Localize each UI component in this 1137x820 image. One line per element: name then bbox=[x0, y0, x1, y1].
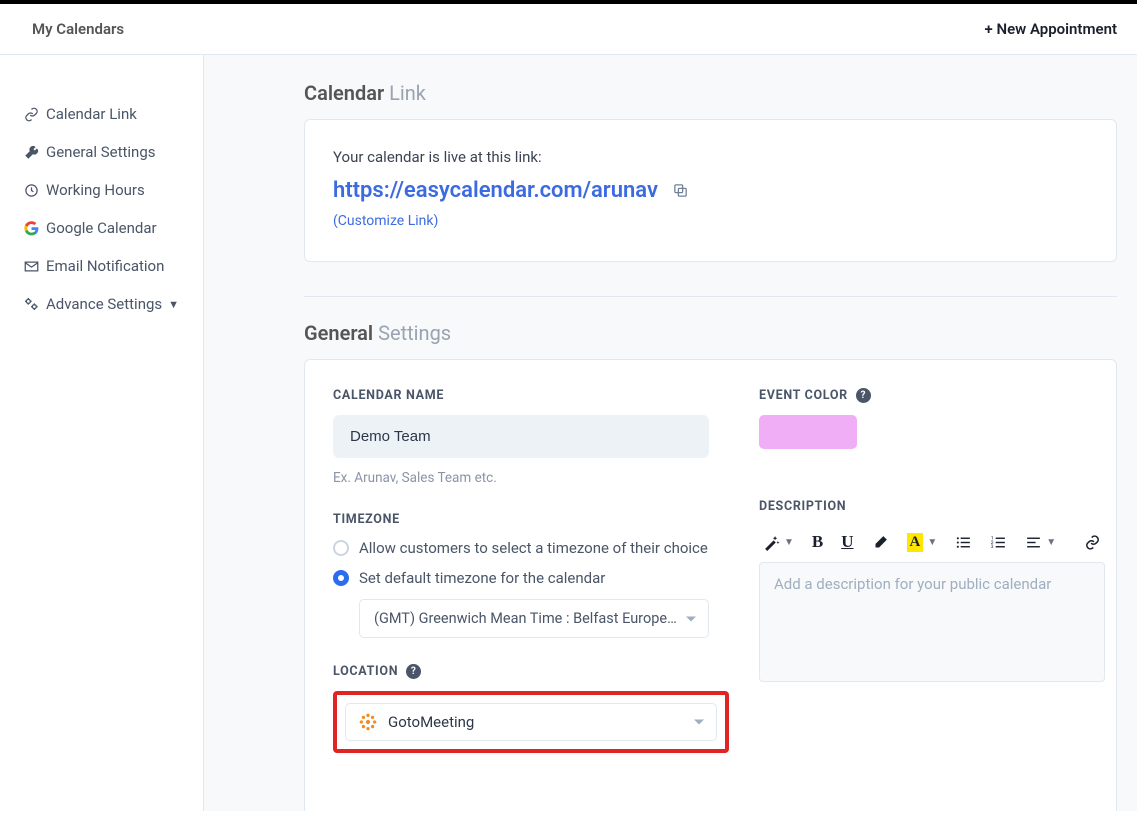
underline-icon[interactable]: U bbox=[841, 532, 853, 552]
help-icon[interactable]: ? bbox=[406, 664, 421, 679]
sidebar-item-email-notification[interactable]: Email Notification bbox=[0, 247, 203, 285]
section-title-general-settings: General Settings bbox=[304, 321, 1117, 345]
event-color-swatch[interactable] bbox=[759, 415, 857, 449]
gears-icon bbox=[22, 296, 40, 312]
link-icon[interactable] bbox=[1084, 534, 1101, 551]
sidebar-item-label: Advance Settings bbox=[46, 295, 162, 313]
help-icon[interactable]: ? bbox=[856, 388, 871, 403]
customize-link[interactable]: (Customize Link) bbox=[333, 213, 438, 229]
section-title-calendar-link: Calendar Link bbox=[304, 81, 1117, 105]
calendar-name-input[interactable] bbox=[333, 415, 709, 458]
chevron-down-icon: ▼ bbox=[168, 298, 179, 311]
timezone-option-customer[interactable]: Allow customers to select a timezone of … bbox=[333, 539, 729, 557]
wrench-icon bbox=[22, 145, 40, 160]
general-settings-panel: CALENDAR NAME Ex. Arunav, Sales Team etc… bbox=[304, 359, 1117, 811]
calendar-name-label: CALENDAR NAME bbox=[333, 388, 729, 403]
gotomeeting-icon bbox=[358, 712, 378, 732]
unordered-list-icon[interactable] bbox=[955, 534, 972, 551]
envelope-icon bbox=[22, 259, 40, 274]
sidebar-item-label: Google Calendar bbox=[46, 219, 157, 237]
event-color-label: EVENT COLOR ? bbox=[759, 388, 1105, 403]
timezone-option-default[interactable]: Set default timezone for the calendar bbox=[333, 569, 729, 587]
location-value: GotoMeeting bbox=[388, 713, 474, 731]
calendar-link-panel: Your calendar is live at this link: http… bbox=[304, 119, 1117, 262]
sidebar-item-label: Email Notification bbox=[46, 257, 164, 275]
bold-icon[interactable]: B bbox=[812, 532, 823, 552]
divider bbox=[304, 296, 1117, 297]
copy-icon[interactable] bbox=[672, 182, 689, 199]
google-icon bbox=[22, 221, 40, 236]
magic-wand-icon[interactable]: ▼ bbox=[763, 534, 794, 551]
new-appointment-button[interactable]: + New Appointment bbox=[985, 20, 1118, 38]
page-title: My Calendars bbox=[32, 20, 124, 38]
sidebar-item-advance-settings[interactable]: Advance Settings ▼ bbox=[0, 285, 203, 323]
sidebar: Calendar Link General Settings Working H… bbox=[0, 55, 204, 811]
sidebar-item-calendar-link[interactable]: Calendar Link bbox=[0, 95, 203, 133]
timezone-select[interactable]: (GMT) Greenwich Mean Time : Belfast Euro… bbox=[359, 599, 709, 638]
calendar-public-link[interactable]: https://easycalendar.com/arunav bbox=[333, 178, 658, 203]
align-icon[interactable]: ▼ bbox=[1025, 534, 1056, 551]
description-textarea[interactable]: Add a description for your public calend… bbox=[759, 562, 1105, 682]
sidebar-item-label: Calendar Link bbox=[46, 105, 137, 123]
eraser-icon[interactable] bbox=[872, 534, 889, 551]
radio-unchecked-icon bbox=[333, 540, 349, 556]
description-label: DESCRIPTION bbox=[759, 499, 1105, 514]
description-toolbar: ▼ B U A▼ bbox=[759, 526, 1105, 558]
link-icon bbox=[22, 107, 40, 122]
top-header: My Calendars + New Appointment bbox=[0, 4, 1137, 55]
radio-checked-icon bbox=[333, 570, 349, 586]
sidebar-item-label: Working Hours bbox=[46, 181, 145, 199]
sidebar-item-google-calendar[interactable]: Google Calendar bbox=[0, 209, 203, 247]
sidebar-item-label: General Settings bbox=[46, 143, 156, 161]
timezone-label: TIMEZONE bbox=[333, 512, 729, 527]
clock-icon bbox=[22, 183, 40, 198]
ordered-list-icon[interactable]: 123 bbox=[990, 534, 1007, 551]
svg-text:3: 3 bbox=[991, 544, 994, 550]
calendar-name-hint: Ex. Arunav, Sales Team etc. bbox=[333, 470, 729, 486]
calendar-live-text: Your calendar is live at this link: bbox=[333, 148, 1088, 166]
text-color-icon[interactable]: A▼ bbox=[907, 533, 938, 552]
location-highlight-box: GotoMeeting bbox=[333, 691, 729, 753]
main-content: Calendar Link Your calendar is live at t… bbox=[204, 55, 1137, 811]
radio-label: Set default timezone for the calendar bbox=[359, 569, 605, 587]
sidebar-item-general-settings[interactable]: General Settings bbox=[0, 133, 203, 171]
radio-label: Allow customers to select a timezone of … bbox=[359, 539, 708, 557]
location-label: LOCATION ? bbox=[333, 664, 729, 679]
location-select[interactable]: GotoMeeting bbox=[345, 703, 717, 741]
sidebar-item-working-hours[interactable]: Working Hours bbox=[0, 171, 203, 209]
